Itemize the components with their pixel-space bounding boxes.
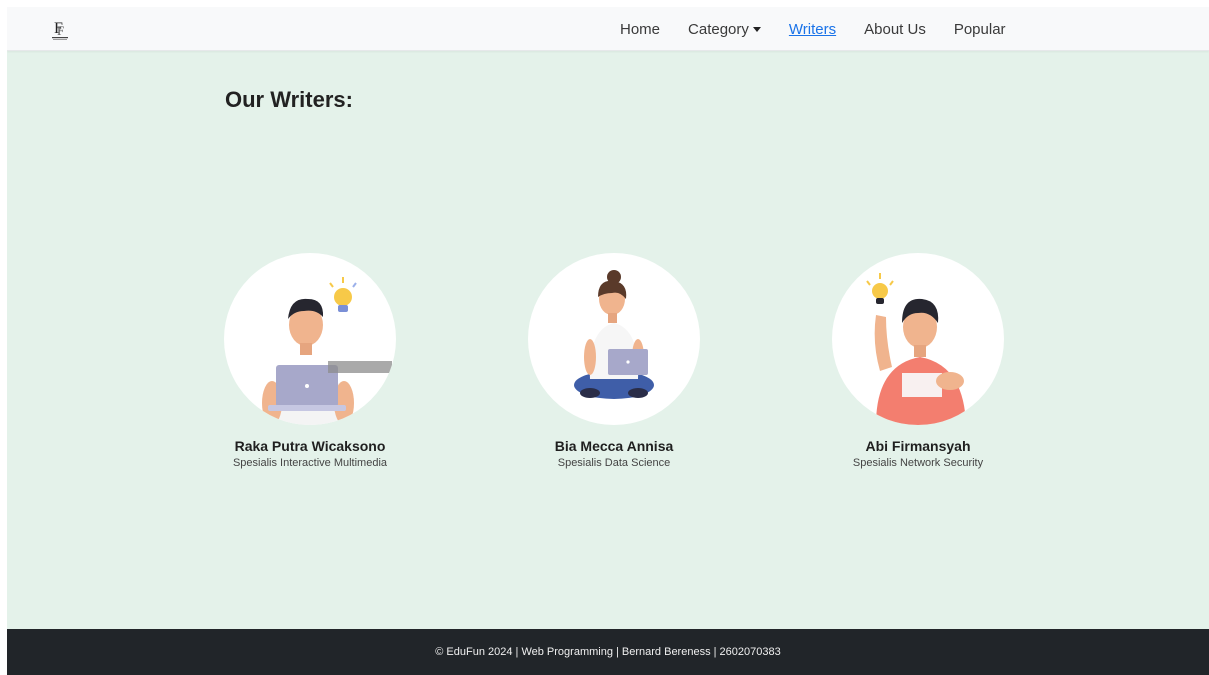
nav-category-label: Category	[688, 20, 749, 38]
nav-writers-label: Writers	[788, 20, 837, 38]
svg-text:F: F	[57, 23, 64, 38]
writer-role: Spesialis Network Security	[852, 457, 984, 469]
nav-about-link[interactable]: About Us	[864, 21, 926, 38]
navbar: F F Home Category Writers About Us Popul…	[7, 7, 1209, 51]
nav-popular-label: Popular	[953, 20, 1006, 38]
writer-card[interactable]: Abi Firmansyah Spesialis Network Securit…	[788, 253, 1048, 469]
writer-avatar-laptop-man-icon	[224, 253, 396, 425]
footer-text: © EduFun 2024 | Web Programming | Bernar…	[435, 646, 781, 658]
writer-role: Spesialis Data Science	[557, 457, 671, 469]
page-frame: F F Home Category Writers About Us Popul…	[7, 7, 1209, 675]
nav-popular-link[interactable]: Popular	[954, 21, 1006, 38]
caret-down-icon	[752, 27, 761, 32]
nav-home-link[interactable]: Home	[620, 21, 660, 38]
page-title: Our Writers:	[225, 87, 353, 112]
nav-home-label: Home	[620, 20, 661, 38]
writer-avatar-sitting-woman-icon	[528, 253, 700, 425]
nav-links: Home Category Writers About Us Popular	[620, 7, 1034, 51]
writer-role: Spesialis Interactive Multimedia	[232, 457, 388, 469]
nav-category-dropdown[interactable]: Category	[688, 21, 761, 38]
writer-name: Abi Firmansyah	[865, 438, 971, 454]
writer-name: Raka Putra Wicaksono	[234, 438, 386, 454]
writer-card[interactable]: Bia Mecca Annisa Spesialis Data Science	[484, 253, 744, 469]
nav-about-label: About Us	[864, 20, 926, 38]
writer-avatar-idea-man-icon	[832, 253, 1004, 425]
nav-writers-link[interactable]: Writers	[789, 21, 836, 38]
writer-card[interactable]: Raka Putra Wicaksono Spesialis Interacti…	[180, 253, 440, 469]
edufun-logo-icon[interactable]: F F	[47, 16, 73, 42]
writer-name: Bia Mecca Annisa	[554, 438, 674, 454]
footer: © EduFun 2024 | Web Programming | Bernar…	[7, 629, 1209, 675]
